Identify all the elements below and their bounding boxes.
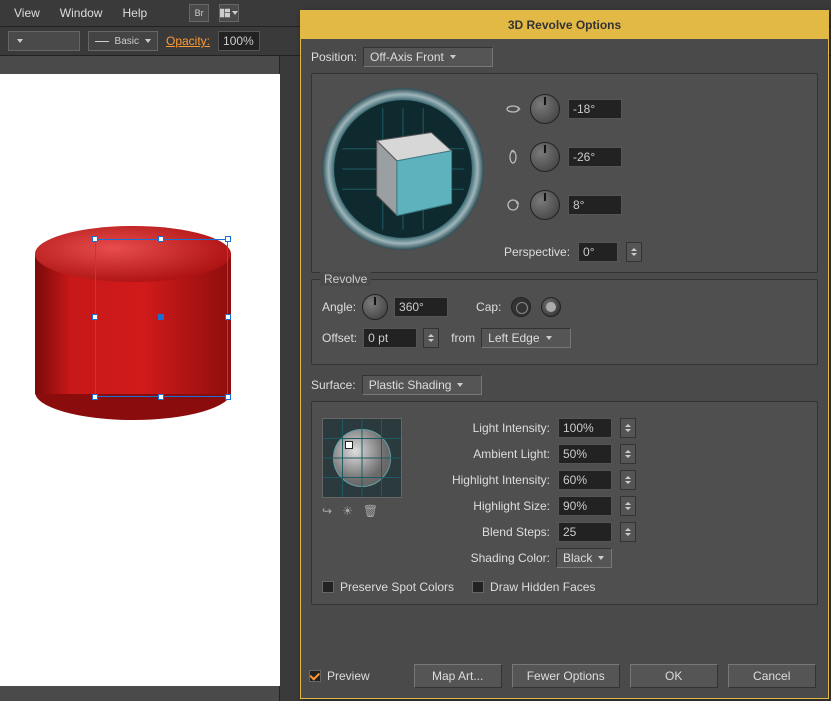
bridge-button[interactable]: Br	[189, 4, 209, 22]
from-value: Left Edge	[488, 331, 539, 345]
z-rotation-input[interactable]: 8°	[568, 195, 622, 215]
light-back-icon[interactable]: ↪	[322, 504, 332, 518]
revolve-legend: Revolve	[320, 272, 371, 286]
preserve-spot-checkbox[interactable]: Preserve Spot Colors	[322, 580, 454, 594]
cap-solid-button[interactable]	[541, 297, 561, 317]
surface-value: Plastic Shading	[369, 378, 452, 392]
handle-bl[interactable]	[92, 394, 98, 400]
hi-intensity-label: Highlight Intensity:	[430, 473, 550, 487]
arrange-docs-icon	[220, 7, 230, 19]
handle-tr[interactable]	[225, 236, 231, 242]
opacity-input[interactable]: 100%	[218, 31, 260, 51]
handle-ml[interactable]	[92, 314, 98, 320]
hi-intensity-stepper[interactable]	[620, 470, 636, 490]
stroke-style-select[interactable]: Basic	[88, 31, 158, 51]
checkbox-checked-icon	[309, 670, 321, 682]
menu-item-help[interactable]: Help	[114, 2, 155, 24]
map-art-button[interactable]: Map Art...	[414, 664, 502, 688]
position-value: Off-Axis Front	[370, 50, 444, 64]
opacity-label[interactable]: Opacity:	[166, 34, 210, 48]
selection-bounds[interactable]	[95, 239, 228, 397]
hidden-faces-label: Draw Hidden Faces	[490, 580, 595, 594]
offset-label: Offset:	[322, 331, 357, 345]
blend-label: Blend Steps:	[430, 525, 550, 539]
checkbox-icon	[322, 581, 334, 593]
handle-tc[interactable]	[158, 236, 164, 242]
perspective-label: Perspective:	[504, 245, 570, 259]
hidden-faces-checkbox[interactable]: Draw Hidden Faces	[472, 580, 595, 594]
angle-input[interactable]: 360°	[394, 297, 448, 317]
hi-intensity-input[interactable]: 60%	[558, 470, 612, 490]
orientation-preview[interactable]	[322, 88, 484, 250]
from-label: from	[451, 331, 475, 345]
light-intensity-input[interactable]: 100%	[558, 418, 612, 438]
from-select[interactable]: Left Edge	[481, 328, 571, 348]
menu-item-window[interactable]: Window	[52, 2, 111, 24]
handle-bc[interactable]	[158, 394, 164, 400]
offset-input[interactable]: 0 pt	[363, 328, 417, 348]
x-rotation-input[interactable]: -18°	[568, 99, 622, 119]
y-rotation-knob[interactable]	[530, 142, 560, 172]
ambient-label: Ambient Light:	[430, 447, 550, 461]
position-label: Position:	[311, 50, 357, 64]
rotate-y-icon	[504, 148, 522, 166]
cancel-button[interactable]: Cancel	[728, 664, 816, 688]
new-light-icon[interactable]: ☀	[342, 504, 353, 518]
light-intensity-stepper[interactable]	[620, 418, 636, 438]
y-rotation-input[interactable]: -26°	[568, 147, 622, 167]
hi-size-label: Highlight Size:	[430, 499, 550, 513]
orientation-preview-svg	[322, 88, 484, 250]
cap-open-button[interactable]	[511, 297, 531, 317]
preview-label: Preview	[327, 669, 370, 683]
blend-stepper[interactable]	[620, 522, 636, 542]
fewer-options-button[interactable]: Fewer Options	[512, 664, 620, 688]
checkbox-icon	[472, 581, 484, 593]
perspective-input[interactable]: 0°	[578, 242, 618, 262]
ok-button[interactable]: OK	[630, 664, 718, 688]
handle-tl[interactable]	[92, 236, 98, 242]
position-select[interactable]: Off-Axis Front	[363, 47, 493, 67]
ambient-stepper[interactable]	[620, 444, 636, 464]
handle-center[interactable]	[158, 314, 164, 320]
stroke-weight-select[interactable]	[8, 31, 80, 51]
revolve-dialog: 3D Revolve Options Position: Off-Axis Fr…	[300, 10, 829, 699]
rotate-z-icon	[504, 196, 522, 214]
x-rotation-knob[interactable]	[530, 94, 560, 124]
light-handle[interactable]	[345, 441, 353, 449]
surface-label: Surface:	[311, 378, 356, 392]
stroke-style-label: Basic	[115, 36, 139, 47]
light-grid-icon	[323, 419, 401, 497]
stroke-line-icon	[95, 41, 109, 42]
offset-stepper[interactable]	[423, 328, 439, 348]
angle-label: Angle:	[322, 300, 356, 314]
shading-color-label: Shading Color:	[430, 551, 550, 565]
cap-label: Cap:	[476, 300, 501, 314]
shading-color-select[interactable]: Black	[556, 548, 612, 568]
perspective-stepper[interactable]	[626, 242, 642, 262]
handle-mr[interactable]	[225, 314, 231, 320]
handle-br[interactable]	[225, 394, 231, 400]
surface-select[interactable]: Plastic Shading	[362, 375, 482, 395]
hi-size-input[interactable]: 90%	[558, 496, 612, 516]
preserve-spot-label: Preserve Spot Colors	[340, 580, 454, 594]
artboard[interactable]	[0, 74, 280, 686]
angle-knob[interactable]	[362, 294, 388, 320]
document-area	[0, 56, 280, 701]
arrange-docs-button[interactable]	[219, 4, 239, 22]
dialog-title: 3D Revolve Options	[301, 11, 828, 39]
delete-light-icon[interactable]: 🗑	[363, 504, 378, 518]
light-intensity-label: Light Intensity:	[430, 421, 550, 435]
ambient-input[interactable]: 50%	[558, 444, 612, 464]
shading-color-value: Black	[563, 551, 592, 565]
light-sphere-preview[interactable]	[322, 418, 402, 498]
blend-input[interactable]: 25	[558, 522, 612, 542]
hi-size-stepper[interactable]	[620, 496, 636, 516]
z-rotation-knob[interactable]	[530, 190, 560, 220]
rotate-x-icon	[504, 100, 522, 118]
preview-checkbox[interactable]: Preview	[309, 669, 370, 683]
menu-item-view[interactable]: View	[6, 2, 48, 24]
